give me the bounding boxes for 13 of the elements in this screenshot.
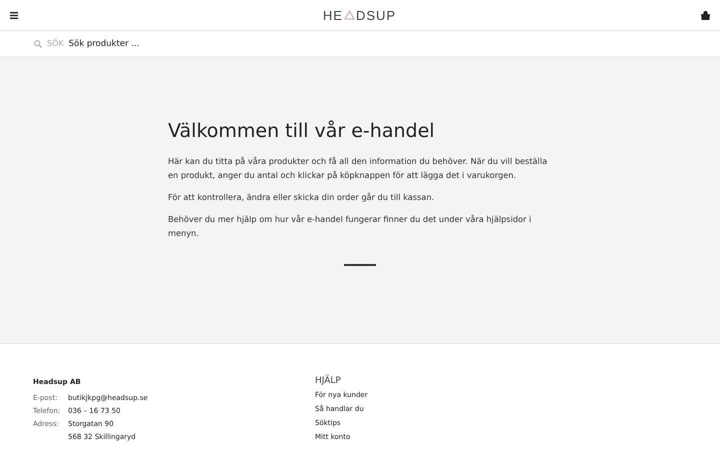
help-heading: HJÄLP	[315, 376, 342, 386]
menu-icon[interactable]	[10, 12, 18, 18]
paragraph: För att kontrollera, ändra eller skicka din order går du till kassan.	[168, 191, 436, 204]
page-title: Välkommen till vår e-handel	[168, 120, 436, 142]
logo-text[interactable]: DSUP	[356, 8, 396, 22]
triangle-icon	[344, 10, 355, 20]
shopping-bag-icon[interactable]	[701, 10, 710, 20]
search-label: SÖK	[47, 39, 64, 48]
search-icon	[34, 40, 42, 48]
paragraph: Här kan du titta på våra produkter och få all den information du behöver. När du vill beställa en produkt, anger du antal och klickar på köpknappen för att lägga det i varukorgen.	[168, 155, 548, 182]
search-field[interactable]: Sök produkter ...	[68, 38, 219, 48]
paragraph: Behöver du mer hjälp om hur vår e-handel fungerar finner du det under våra hjälpsidor i menyn.	[168, 213, 532, 240]
logo-text[interactable]: HE	[322, 8, 343, 22]
